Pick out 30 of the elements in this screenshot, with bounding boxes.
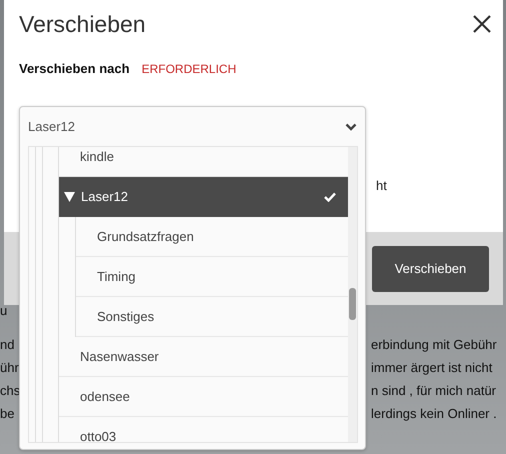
select-value: Laser12	[28, 119, 75, 134]
page-text: be	[0, 405, 14, 423]
close-button[interactable]	[473, 15, 491, 33]
chevron-down-icon	[345, 122, 357, 130]
option-label: Sonstiges	[97, 308, 154, 324]
page-text: u	[0, 302, 8, 320]
page-text: immer ärgert ist nicht	[371, 359, 494, 377]
page-text: lerdings kein Onliner .	[371, 405, 498, 423]
option-label: Grundsatzfragen	[97, 228, 194, 244]
checkmark-icon	[324, 192, 336, 202]
option-label: Timing	[97, 268, 136, 284]
field-label: Verschieben nach	[19, 61, 130, 76]
page-text: ühr	[0, 359, 19, 377]
page-text: chs	[0, 382, 20, 400]
option-label: odensee	[80, 388, 130, 404]
option-label: otto03	[80, 428, 116, 442]
move-button[interactable]: Verschieben	[372, 246, 489, 292]
option-label: Laser12	[81, 188, 128, 204]
page-text: erbindung mit Gebühr	[371, 336, 498, 354]
expanded-triangle-icon[interactable]	[64, 192, 75, 202]
tree-option[interactable]: Laser12	[59, 177, 348, 217]
scrollbar[interactable]	[348, 147, 357, 442]
option-label: Nasenwasser	[80, 348, 159, 364]
option-label: kindle	[80, 148, 114, 164]
page-text: nd	[0, 336, 14, 354]
body-text: ht	[376, 178, 387, 193]
required-label: ERFORDERLICH	[142, 62, 236, 76]
dialog-title: Verschieben	[19, 10, 146, 38]
page-text: n sind , für mich natür	[371, 382, 497, 400]
folder-select[interactable]: Laser12 kindle Laser12 Grundsatzfragen Timing Sonstiges Nasenwasser odensee otto03	[19, 106, 366, 450]
